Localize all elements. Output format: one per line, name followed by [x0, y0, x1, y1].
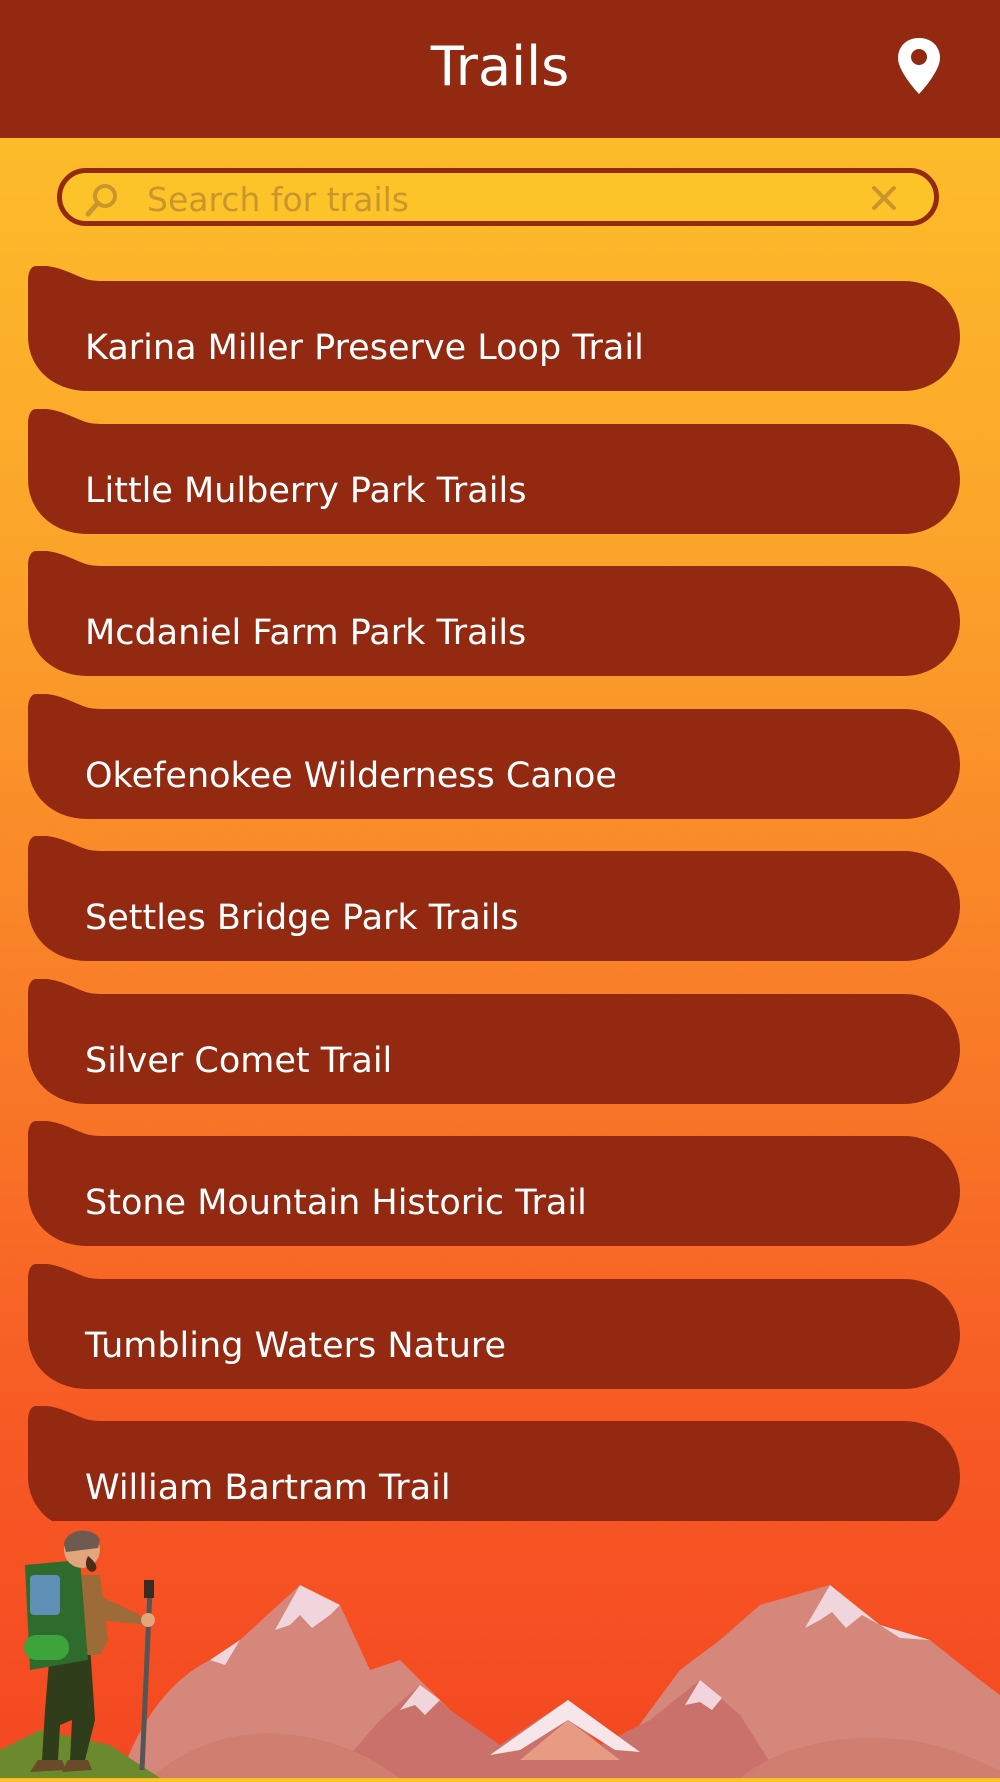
trail-list-item[interactable]: William Bartram Trail — [28, 1406, 960, 1521]
trail-name: Stone Mountain Historic Trail — [85, 1183, 587, 1223]
trail-list-item[interactable]: Settles Bridge Park Trails — [28, 836, 960, 961]
trail-list-item[interactable]: Mcdaniel Farm Park Trails — [28, 551, 960, 676]
trail-name: Karina Miller Preserve Loop Trail — [85, 328, 644, 368]
trail-name: Little Mulberry Park Trails — [85, 470, 527, 511]
trail-list-item[interactable]: Stone Mountain Historic Trail — [28, 1121, 960, 1246]
trail-list-item[interactable]: Karina Miller Preserve Loop Trail — [28, 266, 960, 391]
mountain-hiker-illustration — [0, 1520, 1000, 1778]
trail-name: Okefenokee Wilderness Canoe — [85, 755, 617, 796]
trail-list-item[interactable]: Silver Comet Trail — [28, 978, 960, 1104]
trail-name: Settles Bridge Park Trails — [85, 898, 519, 938]
trail-list-item[interactable]: Little Mulberry Park Trails — [28, 408, 960, 534]
trail-list-item[interactable]: Okefenokee Wilderness Canoe — [28, 693, 960, 819]
trail-name: Silver Comet Trail — [85, 1040, 393, 1081]
trail-name: Tumbling Waters Nature — [85, 1325, 507, 1366]
trail-name: William Bartram Trail — [85, 1468, 451, 1508]
trail-list-item[interactable]: Tumbling Waters Nature — [28, 1263, 960, 1389]
trail-list: Karina Miller Preserve Loop Trail Little … — [0, 0, 1000, 1778]
trail-name: Mcdaniel Farm Park Trails — [85, 613, 527, 653]
